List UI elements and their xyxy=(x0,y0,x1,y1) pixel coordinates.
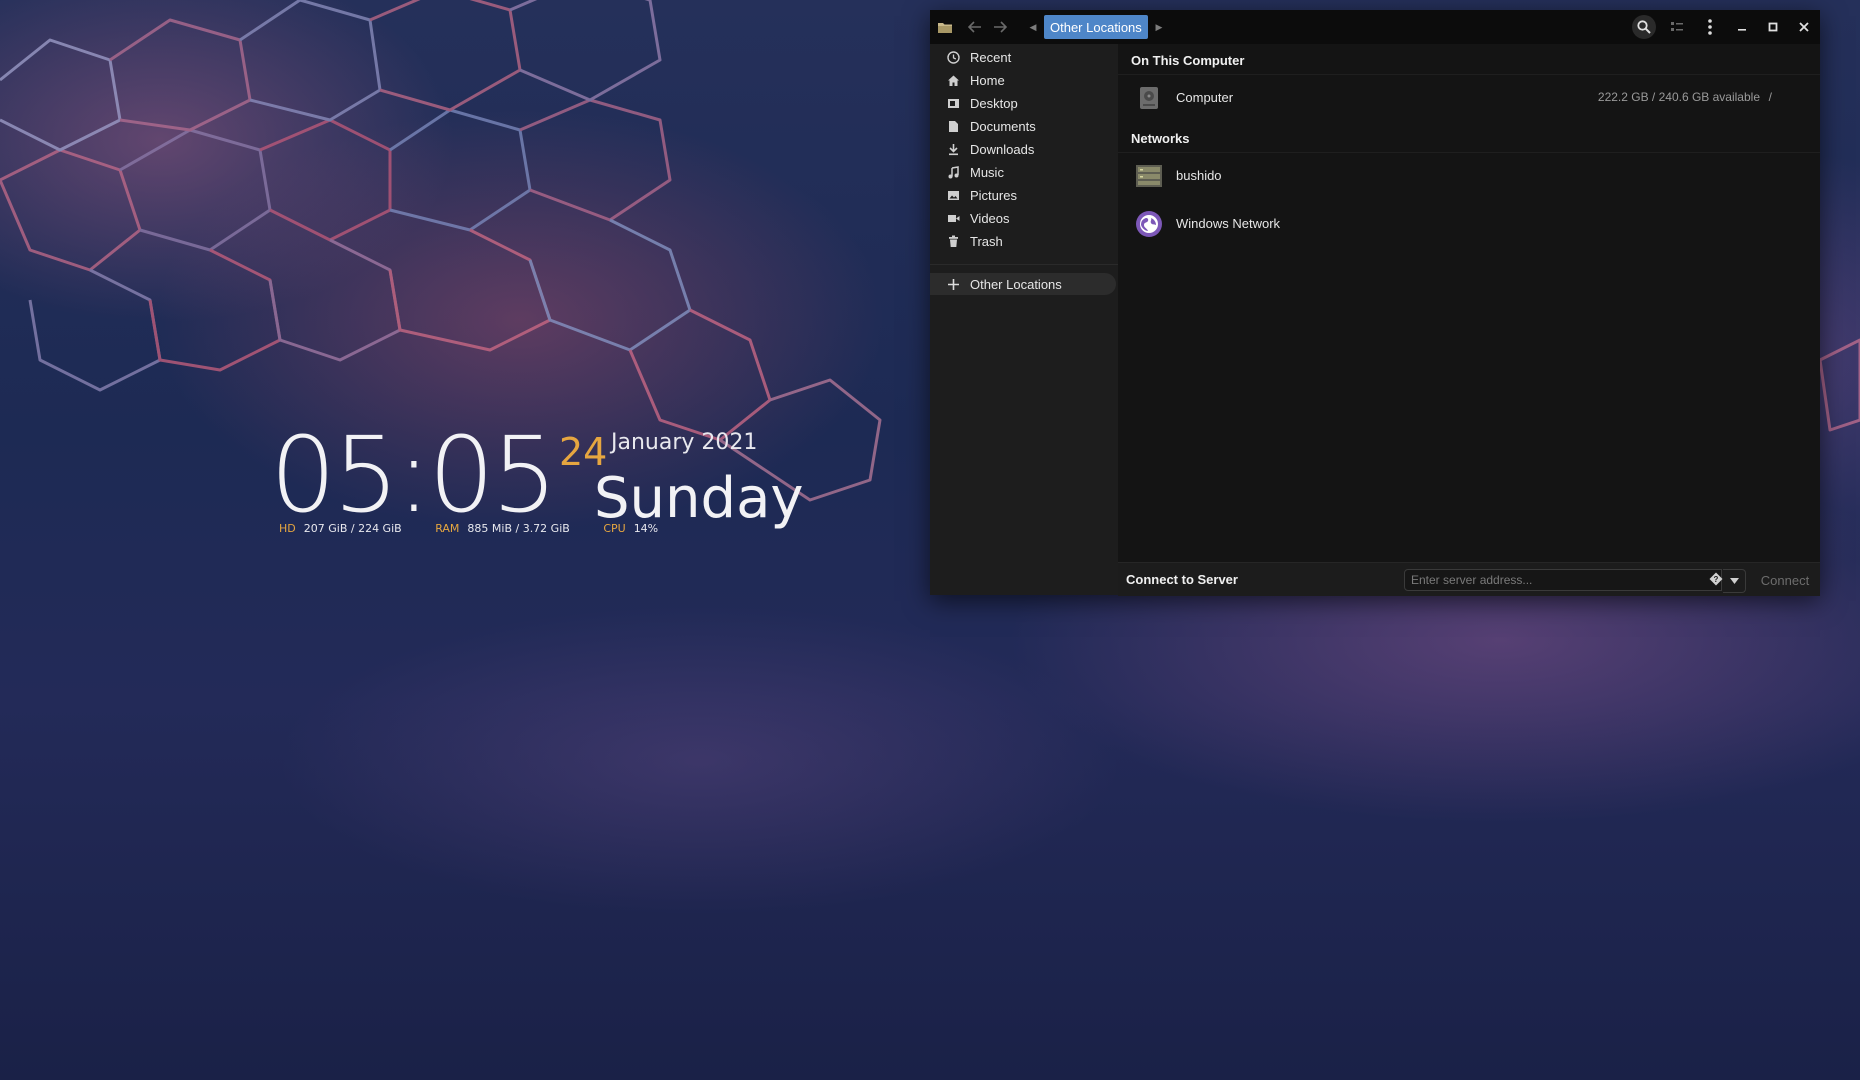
picture-icon xyxy=(946,188,960,202)
menu-button[interactable] xyxy=(1698,15,1722,39)
chevron-down-icon xyxy=(1729,578,1739,584)
sidebar-divider xyxy=(930,264,1118,265)
location-name: Windows Network xyxy=(1176,216,1281,231)
path-right-scroll-icon[interactable]: ▶ xyxy=(1152,17,1166,37)
music-icon xyxy=(946,165,960,179)
sidebar-item-label: Recent xyxy=(970,49,1012,65)
video-icon xyxy=(946,211,960,225)
cpu-stat-value: 14% xyxy=(633,522,659,535)
sidebar-item-recent[interactable]: Recent xyxy=(930,46,1118,68)
cpu-stat-label: CPU xyxy=(603,522,626,535)
sidebar-item-pictures[interactable]: Pictures xyxy=(930,184,1118,206)
download-icon xyxy=(946,142,960,156)
maximize-button[interactable] xyxy=(1762,17,1784,37)
path-left-scroll-icon[interactable]: ◀ xyxy=(1026,17,1040,37)
location-name: Computer xyxy=(1176,90,1234,105)
sidebar-item-other-locations[interactable]: Other Locations xyxy=(930,273,1116,295)
search-button[interactable] xyxy=(1632,15,1656,39)
server-help-icon[interactable]: ? xyxy=(1709,572,1723,586)
view-options-icon xyxy=(1671,22,1683,31)
plus-icon xyxy=(946,277,960,291)
back-arrow-icon xyxy=(968,21,981,33)
sidebar-item-label: Downloads xyxy=(970,141,1035,157)
location-space-info: 222.2 GB / 240.6 GB available xyxy=(1597,90,1760,104)
on-this-computer-heading: On This Computer xyxy=(1131,53,1245,68)
trash-icon xyxy=(946,234,960,248)
clock-month-year: January 2021 xyxy=(611,430,758,455)
forward-button[interactable] xyxy=(989,17,1011,37)
sidebar-item-label: Pictures xyxy=(970,187,1017,203)
clock-time: 05:05 xyxy=(270,414,558,536)
sidebar-item-trash[interactable]: Trash xyxy=(930,230,1118,252)
connect-to-server-bar: Connect to Server ? Connect xyxy=(1118,562,1820,596)
sidebar-item-music[interactable]: Music xyxy=(930,161,1118,183)
home-icon xyxy=(946,73,960,87)
document-icon xyxy=(946,119,960,133)
server-address-input[interactable] xyxy=(1404,569,1722,591)
ram-stat-label: RAM xyxy=(435,522,460,535)
close-button[interactable] xyxy=(1793,17,1815,37)
connect-button[interactable]: Connect xyxy=(1754,569,1816,591)
system-stats: HD 207 GiB / 224 GiB RAM 885 MiB / 3.72 Gi… xyxy=(279,522,688,535)
path-bar-current[interactable]: Other Locations xyxy=(1044,15,1148,39)
sidebar-item-label: Other Locations xyxy=(970,276,1062,292)
minimize-icon xyxy=(1738,29,1746,31)
recent-servers-dropdown[interactable] xyxy=(1723,569,1746,593)
sidebar-item-label: Desktop xyxy=(970,95,1018,111)
file-manager-window: ◀ Other Locations ▶ Recent Home Desktop … xyxy=(930,10,1820,596)
ram-stat-value: 885 MiB / 3.72 GiB xyxy=(467,522,570,535)
titlebar: ◀ Other Locations ▶ xyxy=(930,10,1820,44)
sidebar-item-label: Documents xyxy=(970,118,1036,134)
location-row-windows-network[interactable]: Windows Network xyxy=(1118,201,1820,247)
connect-to-server-label: Connect to Server xyxy=(1126,572,1238,587)
minimize-button[interactable] xyxy=(1731,17,1753,37)
svg-text:?: ? xyxy=(1714,575,1719,584)
sidebar-item-label: Videos xyxy=(970,210,1010,226)
hd-stat-label: HD xyxy=(279,522,296,535)
back-button[interactable] xyxy=(964,17,986,37)
network-globe-icon xyxy=(1135,210,1163,238)
location-name: bushido xyxy=(1176,168,1222,183)
sidebar-item-documents[interactable]: Documents xyxy=(930,115,1118,137)
hd-stat-value: 207 GiB / 224 GiB xyxy=(303,522,402,535)
location-mount-point: / xyxy=(1768,90,1772,104)
sidebar-item-downloads[interactable]: Downloads xyxy=(930,138,1118,160)
sidebar-item-label: Trash xyxy=(970,233,1003,249)
menu-icon xyxy=(1708,19,1712,35)
home-folder-icon[interactable] xyxy=(934,17,956,37)
forward-arrow-icon xyxy=(994,21,1007,33)
networks-heading: Networks xyxy=(1131,131,1190,146)
sidebar-item-videos[interactable]: Videos xyxy=(930,207,1118,229)
server-icon xyxy=(1135,162,1163,190)
maximize-icon xyxy=(1768,22,1778,32)
sidebar-item-label: Music xyxy=(970,164,1004,180)
sidebar-item-home[interactable]: Home xyxy=(930,69,1118,91)
locations-view: On This Computer Computer 222.2 GB / 240… xyxy=(1118,44,1820,562)
location-row-bushido[interactable]: bushido xyxy=(1118,153,1820,199)
places-sidebar: Recent Home Desktop Documents Downloads … xyxy=(930,44,1118,595)
clock-icon xyxy=(946,50,960,64)
sidebar-item-desktop[interactable]: Desktop xyxy=(930,92,1118,114)
location-row-computer[interactable]: Computer 222.2 GB / 240.6 GB available / xyxy=(1118,75,1820,121)
desktop-icon xyxy=(946,96,960,110)
sidebar-item-label: Home xyxy=(970,72,1005,88)
close-icon xyxy=(1799,22,1809,32)
drive-icon xyxy=(1135,84,1163,112)
search-icon xyxy=(1637,20,1651,34)
view-options-button[interactable] xyxy=(1665,15,1689,39)
